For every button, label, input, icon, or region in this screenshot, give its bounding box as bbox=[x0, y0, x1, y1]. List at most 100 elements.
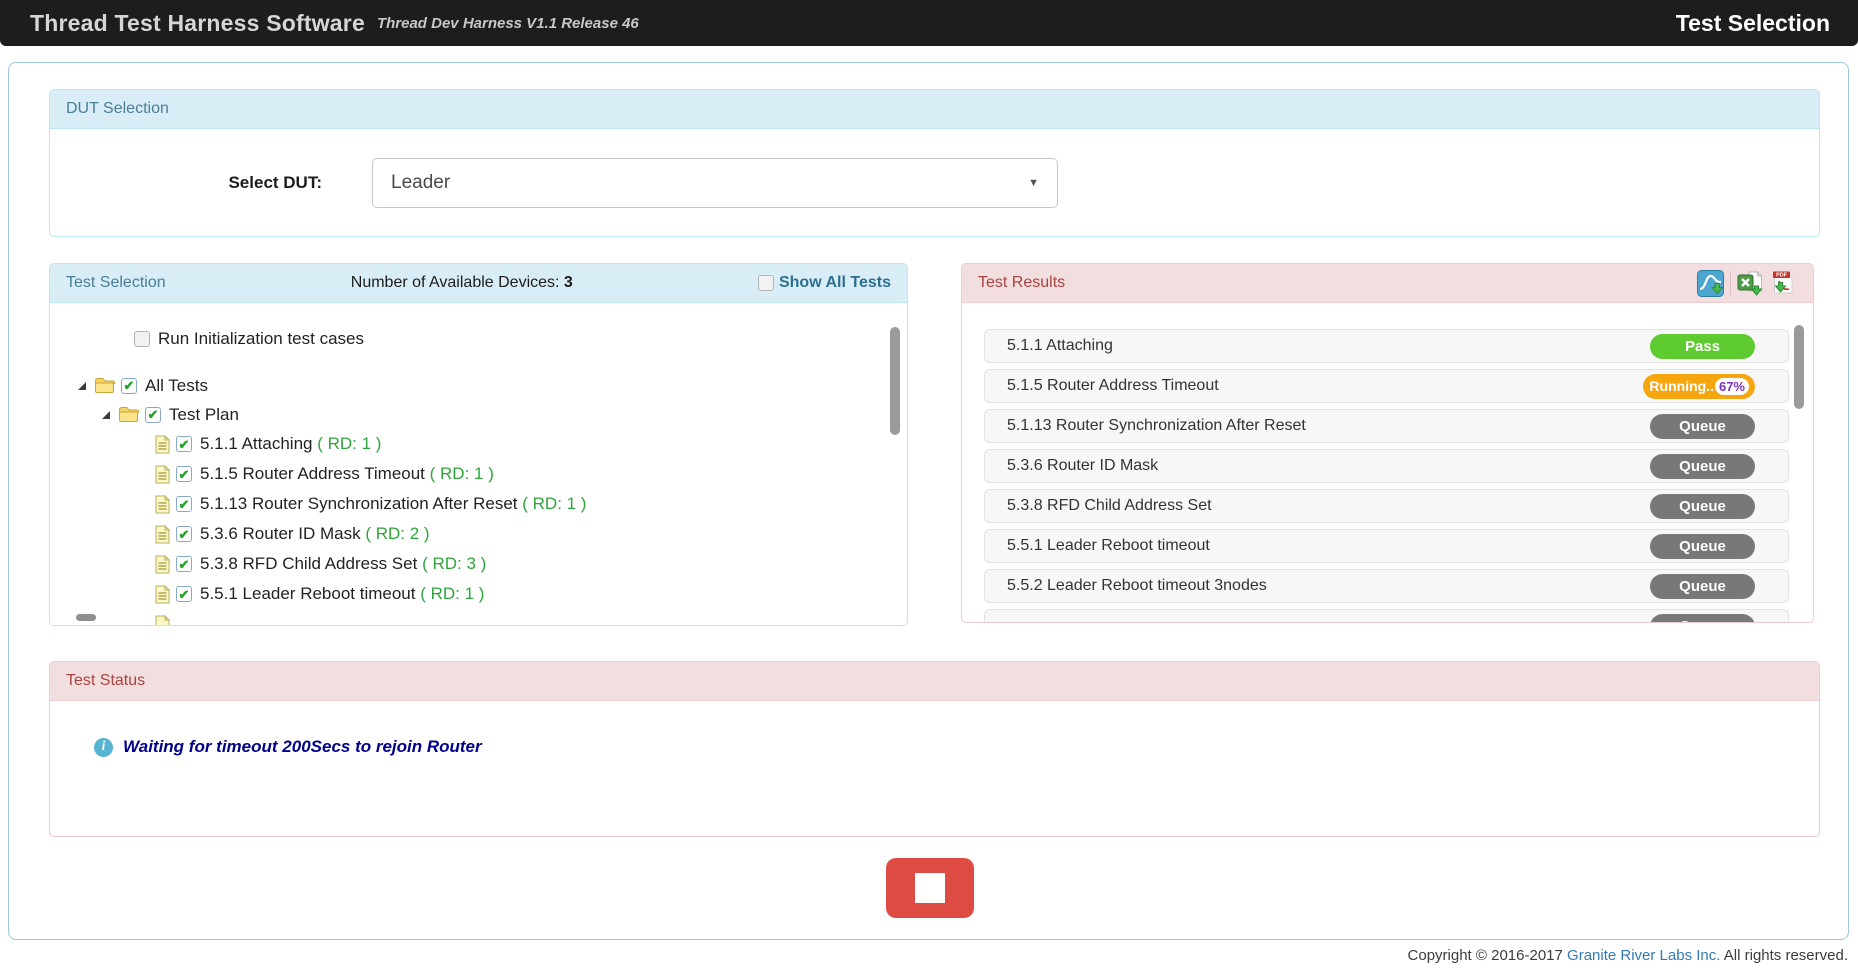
stop-button[interactable] bbox=[886, 858, 974, 918]
status-badge-queue: Queue bbox=[1650, 414, 1755, 439]
dropdown-caret-icon: ▼ bbox=[1028, 177, 1039, 189]
test-name: 5.1.13 Router Synchronization After Rese… bbox=[200, 494, 518, 513]
result-row[interactable]: 5.1.13 Router Synchronization After Rese… bbox=[984, 409, 1789, 443]
tree-test-item[interactable]: ✔ 5.1.13 Router Synchronization After Re… bbox=[155, 489, 907, 519]
document-icon bbox=[155, 585, 170, 604]
tree-node-all-tests[interactable]: ✔ All Tests bbox=[78, 371, 907, 400]
pdf-export-icon[interactable]: PDF bbox=[1770, 270, 1797, 297]
result-row[interactable]: 5.1.1 Attaching Pass bbox=[984, 329, 1789, 363]
all-tests-checkbox[interactable]: ✔ bbox=[121, 378, 137, 394]
wireshark-capture-export-icon[interactable] bbox=[1697, 270, 1724, 297]
tree-test-item[interactable]: ✔ 5.1.1 Attaching ( RD: 1 ) bbox=[155, 429, 907, 459]
result-test-name: 5.3.6 Router ID Mask bbox=[1007, 457, 1158, 475]
vertical-scrollbar-thumb[interactable] bbox=[890, 327, 900, 435]
test-tree-scroll-area: Run Initialization test cases ✔ All Test… bbox=[50, 303, 907, 625]
granite-river-labs-link[interactable]: Granite River Labs Inc. bbox=[1567, 947, 1720, 964]
status-badge-queue: Queue bbox=[1650, 614, 1755, 623]
test-name: 5.3.8 RFD Child Address Set bbox=[200, 554, 417, 573]
test-selection-panel-header: Test Selection Number of Available Devic… bbox=[50, 264, 907, 303]
result-row[interactable]: 5.5.1 Leader Reboot timeout Queue bbox=[984, 529, 1789, 563]
test-name: 5.5.1 Leader Reboot timeout bbox=[200, 584, 415, 603]
test-plan-checkbox[interactable]: ✔ bbox=[145, 407, 161, 423]
document-icon bbox=[155, 525, 170, 544]
status-badge-queue: Queue bbox=[1650, 454, 1755, 479]
show-all-tests-toggle[interactable]: Show All Tests bbox=[758, 274, 891, 292]
tree-test-item[interactable]: ✔ 5.3.6 Router ID Mask ( RD: 2 ) bbox=[155, 519, 907, 549]
main-container: DUT Selection Select DUT: Leader ▼ Test … bbox=[8, 62, 1849, 940]
dut-selection-panel-header: DUT Selection bbox=[50, 90, 1819, 129]
document-icon bbox=[155, 615, 170, 626]
document-icon bbox=[155, 495, 170, 514]
test-rd-count: ( RD: 1 ) bbox=[317, 434, 381, 453]
test-rd-count: ( RD: 1 ) bbox=[420, 584, 484, 603]
dut-selected-value: Leader bbox=[391, 172, 450, 194]
app-version-subtitle: Thread Dev Harness V1.1 Release 46 bbox=[377, 15, 639, 32]
test-status-panel-header: Test Status bbox=[50, 662, 1819, 701]
show-all-tests-label: Show All Tests bbox=[779, 274, 891, 292]
test-checkbox[interactable]: ✔ bbox=[176, 586, 192, 602]
test-rd-count: ( RD: 2 ) bbox=[365, 524, 429, 543]
test-results-panel-header: Test Results PDF bbox=[962, 264, 1813, 303]
current-page-title: Test Selection bbox=[1676, 10, 1830, 37]
run-initialization-checkbox[interactable] bbox=[134, 331, 150, 347]
result-test-name: 5.3.8 RFD Child Address Set bbox=[1007, 497, 1212, 515]
expand-collapse-icon[interactable] bbox=[78, 382, 86, 390]
test-selection-panel: Test Selection Number of Available Devic… bbox=[49, 263, 908, 626]
result-test-name: 5.1.5 Router Address Timeout bbox=[1007, 377, 1219, 395]
tree-test-item[interactable]: ✔ 5.5.1 Leader Reboot timeout ( RD: 1 ) bbox=[155, 579, 907, 609]
available-devices-text: Number of Available Devices: 3 bbox=[351, 274, 573, 292]
folder-icon bbox=[118, 406, 139, 423]
expand-collapse-icon[interactable] bbox=[102, 411, 110, 419]
select-dut-label: Select DUT: bbox=[50, 173, 322, 193]
test-plan-label: Test Plan bbox=[169, 405, 239, 425]
status-badge-running: Running..67% bbox=[1643, 374, 1755, 399]
result-row[interactable]: 5.1.5 Router Address Timeout Running..67… bbox=[984, 369, 1789, 403]
test-name: 5.1.5 Router Address Timeout bbox=[200, 464, 425, 483]
show-all-tests-checkbox[interactable] bbox=[758, 275, 774, 291]
test-rd-count: ( RD: 3 ) bbox=[422, 554, 486, 573]
tree-test-item[interactable]: ✔ 5.1.5 Router Address Timeout ( RD: 1 ) bbox=[155, 459, 907, 489]
result-test-name: 5.5.2 Leader Reboot timeout 3nodes bbox=[1007, 577, 1267, 595]
result-row[interactable]: 5.3.6 Router ID Mask Queue bbox=[984, 449, 1789, 483]
horizontal-scrollbar-thumb[interactable] bbox=[76, 614, 96, 621]
run-initialization-option[interactable]: Run Initialization test cases bbox=[134, 323, 907, 355]
test-rd-count: ( RD: 1 ) bbox=[430, 464, 494, 483]
result-test-name: 5.1.13 Router Synchronization After Rese… bbox=[1007, 417, 1306, 435]
tree-test-item[interactable]: ✔ 5.3.8 RFD Child Address Set ( RD: 3 ) bbox=[155, 549, 907, 579]
dut-selection-panel: DUT Selection Select DUT: Leader ▼ bbox=[49, 89, 1820, 237]
tree-test-item-partial bbox=[155, 609, 907, 625]
test-status-message: Waiting for timeout 200Secs to rejoin Ro… bbox=[123, 737, 482, 757]
result-row-partial: Queue bbox=[984, 609, 1789, 622]
svg-text:PDF: PDF bbox=[1776, 272, 1787, 278]
excel-export-icon[interactable] bbox=[1737, 270, 1764, 297]
status-badge-queue: Queue bbox=[1650, 494, 1755, 519]
tree-node-test-plan[interactable]: ✔ Test Plan bbox=[102, 400, 907, 429]
icon-divider bbox=[1730, 271, 1731, 295]
folder-icon bbox=[94, 377, 115, 394]
test-selection-title: Test Selection bbox=[66, 274, 166, 292]
test-results-title: Test Results bbox=[978, 274, 1065, 292]
app-header: Thread Test Harness Software Thread Dev … bbox=[0, 0, 1858, 46]
footer-copyright: Copyright © 2016-2017 Granite River Labs… bbox=[1408, 947, 1848, 964]
document-icon bbox=[155, 555, 170, 574]
vertical-scrollbar-thumb[interactable] bbox=[1794, 325, 1804, 409]
progress-percent: 67% bbox=[1715, 378, 1749, 395]
result-row[interactable]: 5.5.2 Leader Reboot timeout 3nodes Queue bbox=[984, 569, 1789, 603]
result-test-name: 5.5.1 Leader Reboot timeout bbox=[1007, 537, 1210, 555]
status-badge-pass: Pass bbox=[1650, 334, 1755, 359]
test-checkbox[interactable]: ✔ bbox=[176, 526, 192, 542]
available-devices-count: 3 bbox=[564, 274, 573, 291]
test-checkbox[interactable]: ✔ bbox=[176, 436, 192, 452]
run-initialization-label: Run Initialization test cases bbox=[158, 329, 364, 349]
test-name: 5.1.1 Attaching bbox=[200, 434, 312, 453]
test-status-panel: Test Status i Waiting for timeout 200Sec… bbox=[49, 661, 1820, 837]
info-icon: i bbox=[94, 738, 113, 757]
dut-select-dropdown[interactable]: Leader ▼ bbox=[372, 158, 1058, 208]
test-tree: Run Initialization test cases ✔ All Test… bbox=[50, 303, 907, 625]
test-checkbox[interactable]: ✔ bbox=[176, 496, 192, 512]
test-checkbox[interactable]: ✔ bbox=[176, 466, 192, 482]
result-row[interactable]: 5.3.8 RFD Child Address Set Queue bbox=[984, 489, 1789, 523]
test-results-list: 5.1.1 Attaching Pass 5.1.5 Router Addres… bbox=[962, 303, 1813, 622]
test-checkbox[interactable]: ✔ bbox=[176, 556, 192, 572]
test-name: 5.3.6 Router ID Mask bbox=[200, 524, 361, 543]
